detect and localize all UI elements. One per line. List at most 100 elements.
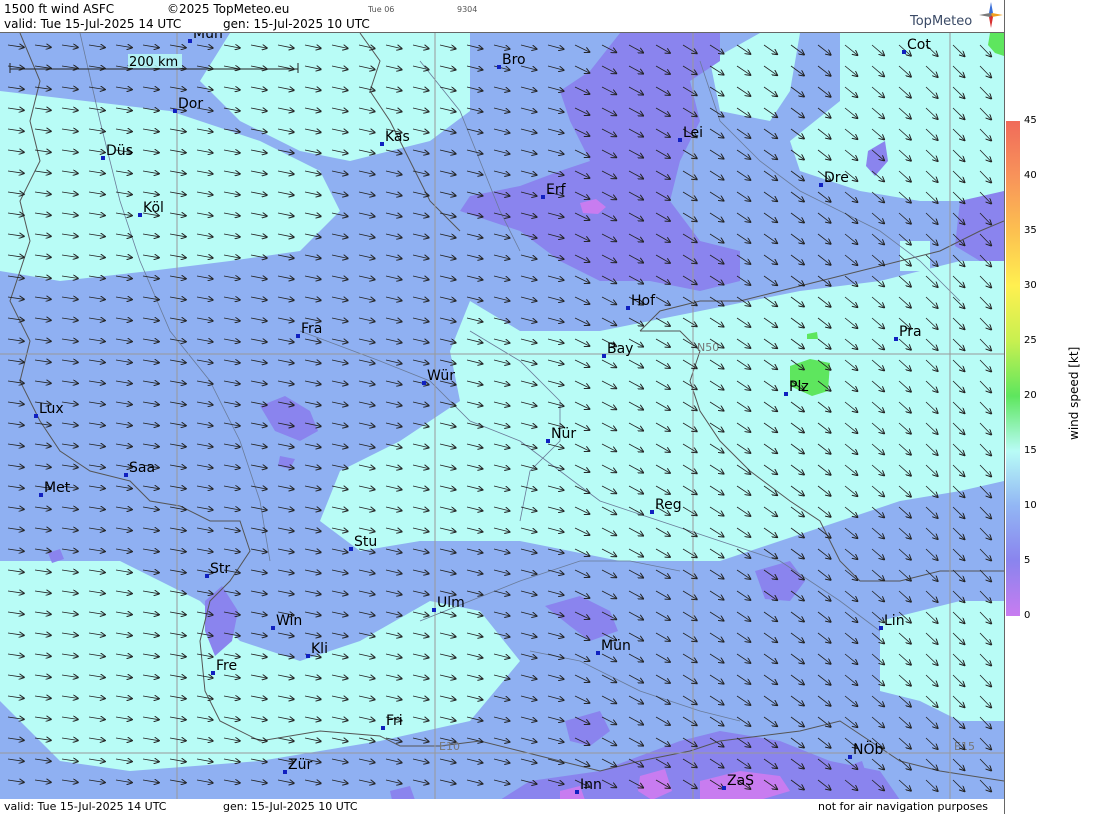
product-title: 1500 ft wind ASFC <box>4 2 115 16</box>
city-label: ZaS <box>727 773 754 789</box>
colorbar-segment <box>1006 506 1020 561</box>
wind-map-canvas: N50 E10 E15 200 km MünBroCotDorKas LeiDüs… <box>0 33 1004 800</box>
copyright: ©2025 TopMeteo.eu <box>167 2 290 16</box>
city-label: NÖb <box>853 740 883 758</box>
city-marker <box>575 790 579 794</box>
colorbar-tick-label: 45 <box>1024 115 1037 126</box>
city-label: Met <box>44 480 71 496</box>
city-marker <box>848 755 852 759</box>
colorbar-segment <box>1006 231 1020 286</box>
colorbar-tick-label: 5 <box>1024 555 1031 566</box>
city-label: Inn <box>580 777 602 793</box>
city-label: Bro <box>502 52 526 68</box>
grid-label-e10: E10 <box>439 740 460 753</box>
city-marker <box>39 493 43 497</box>
city-label: Mün <box>601 638 631 654</box>
city-marker <box>650 510 654 514</box>
footer-valid: valid: Tue 15-Jul-2025 14 UTC <box>4 800 167 813</box>
colorbar-segment <box>1006 176 1020 231</box>
city-marker <box>205 574 209 578</box>
colorbar-tick-label: 0 <box>1024 610 1031 621</box>
city-label: Ulm <box>437 595 465 611</box>
colorbar-tick-label: 30 <box>1024 280 1037 291</box>
city-marker <box>432 608 436 612</box>
colorbar-tick-label: 40 <box>1024 170 1037 181</box>
run-id: 9304 <box>457 5 478 14</box>
city-marker <box>188 39 192 43</box>
city-marker <box>546 439 550 443</box>
city-marker <box>819 183 823 187</box>
city-label: Düs <box>106 143 133 159</box>
city-label: Dre <box>824 170 849 186</box>
city-marker <box>596 651 600 655</box>
city-label: Fri <box>386 713 403 729</box>
city-label: Win <box>276 613 302 629</box>
footer: valid: Tue 15-Jul-2025 14 UTC gen: 15-Ju… <box>0 799 1004 814</box>
colorbar-segment <box>1006 451 1020 506</box>
city-label: Lux <box>39 401 64 417</box>
city-label: Erf <box>546 182 567 198</box>
city-marker <box>678 138 682 142</box>
city-marker <box>173 109 177 113</box>
city-label: Mün <box>193 33 223 42</box>
colorbar-tick-label: 10 <box>1024 500 1037 511</box>
city-label: Cot <box>907 37 931 53</box>
city-marker <box>296 334 300 338</box>
scale-label: 200 km <box>129 55 178 70</box>
city-marker <box>211 671 215 675</box>
city-label: Lei <box>683 125 703 141</box>
city-label: Köl <box>143 200 164 216</box>
city-marker <box>626 306 630 310</box>
city-label: Nür <box>551 426 576 442</box>
city-marker <box>101 156 105 160</box>
city-label: Stu <box>354 534 377 550</box>
wind-map[interactable]: N50 E10 E15 200 km Mün Bro Cot Dor Kas Lei Düs… <box>0 32 1004 801</box>
colorbar-segment <box>1006 396 1020 451</box>
city-marker <box>271 626 275 630</box>
city-label: Kli <box>311 641 328 657</box>
city-marker <box>602 354 606 358</box>
city-marker <box>138 213 142 217</box>
city-label: Fre <box>216 658 237 674</box>
city-marker <box>784 392 788 396</box>
city-marker <box>902 50 906 54</box>
colorbar-tick-label: 35 <box>1024 225 1037 236</box>
colorbar-segment <box>1006 561 1020 616</box>
logo-text: TopMeteo <box>910 14 973 29</box>
city-label: Wür <box>427 368 455 384</box>
colorbar-tick-label: 25 <box>1024 335 1037 346</box>
colorbar-segment <box>1006 121 1020 176</box>
disclaimer: not for air navigation purposes <box>818 800 988 813</box>
city-marker <box>497 65 501 69</box>
run-label: Tue 06 <box>368 5 395 14</box>
city-marker <box>283 770 287 774</box>
city-marker <box>349 547 353 551</box>
city-marker <box>541 195 545 199</box>
city-label: Lin <box>884 613 905 629</box>
city-marker <box>380 142 384 146</box>
city-marker <box>306 654 310 658</box>
city-label: Hof <box>631 293 656 309</box>
logo: TopMeteo <box>910 14 972 29</box>
footer-gen: gen: 15-Jul-2025 10 UTC <box>223 800 358 813</box>
city-marker <box>722 786 726 790</box>
city-label: Fra <box>301 321 322 337</box>
colorbar-tick-label: 15 <box>1024 445 1037 456</box>
valid-time: valid: Tue 15-Jul-2025 14 UTC <box>4 17 182 31</box>
city-marker <box>124 473 128 477</box>
compass-logo-icon <box>979 2 1003 28</box>
colorbar-segment <box>1006 286 1020 341</box>
city-marker <box>34 414 38 418</box>
city-marker <box>894 337 898 341</box>
header: 1500 ft wind ASFC ©2025 TopMeteo.eu Tue … <box>0 0 1004 32</box>
colorbar-tick-label: 20 <box>1024 390 1037 401</box>
city-label: Dor <box>178 96 203 112</box>
city-label: Zür <box>288 757 312 773</box>
city-label: Str <box>210 561 230 577</box>
city-marker <box>879 626 883 630</box>
city-label: Pra <box>899 324 922 340</box>
city-marker <box>422 381 426 385</box>
city-marker <box>381 726 385 730</box>
gen-time: gen: 15-Jul-2025 10 UTC <box>223 17 370 31</box>
legend-title: wind speed [kt] <box>1067 346 1081 440</box>
